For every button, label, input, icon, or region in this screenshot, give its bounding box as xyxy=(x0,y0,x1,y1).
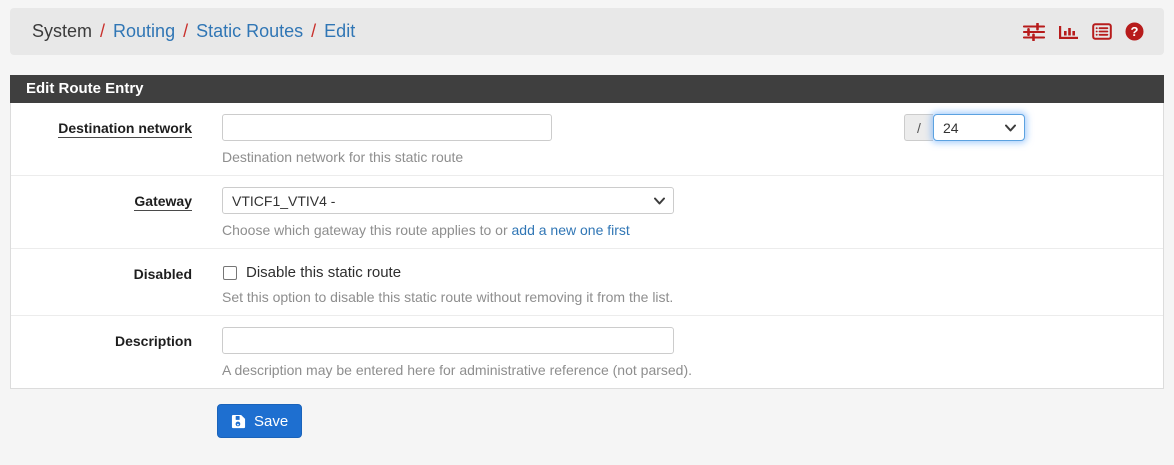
disable-route-checkbox[interactable] xyxy=(223,266,237,280)
svg-text:?: ? xyxy=(1131,24,1139,39)
breadcrumb-link-static-routes[interactable]: Static Routes xyxy=(196,21,303,42)
gateway-help: Choose which gateway this route applies … xyxy=(222,222,1163,238)
disabled-help: Set this option to disable this static r… xyxy=(222,289,1163,305)
disabled-row: Disabled Disable this static route Set t… xyxy=(11,249,1163,316)
description-row: Description A description may be entered… xyxy=(11,316,1163,388)
save-button-label: Save xyxy=(254,413,288,430)
add-gateway-link[interactable]: add a new one first xyxy=(512,222,630,238)
form-actions: Save xyxy=(10,404,1164,438)
gateway-row: Gateway VTICF1_VTIV4 - Choose which gate… xyxy=(11,176,1163,249)
chart-bar-icon[interactable] xyxy=(1058,23,1079,41)
disabled-label: Disabled xyxy=(11,260,192,305)
description-label: Description xyxy=(11,327,192,378)
subnet-mask-select[interactable]: 24 xyxy=(933,114,1025,141)
description-help: A description may be entered here for ad… xyxy=(222,362,1163,378)
breadcrumb-separator: / xyxy=(100,21,105,42)
description-input[interactable] xyxy=(222,327,674,354)
edit-route-entry-panel: Edit Route Entry Destination network / 2… xyxy=(10,75,1164,389)
destination-network-label: Destination network xyxy=(11,114,192,165)
save-button[interactable]: Save xyxy=(217,404,302,438)
disable-route-checkbox-label[interactable]: Disable this static route xyxy=(246,264,401,281)
destination-network-input[interactable] xyxy=(222,114,552,141)
gateway-select[interactable]: VTICF1_VTIV4 - xyxy=(222,187,674,214)
subnet-mask-group: / 24 xyxy=(904,114,1025,141)
gateway-label: Gateway xyxy=(11,187,192,238)
destination-network-help: Destination network for this static rout… xyxy=(222,149,1163,165)
breadcrumb-section: System xyxy=(32,21,92,42)
breadcrumb-link-edit[interactable]: Edit xyxy=(324,21,355,42)
breadcrumb-link-routing[interactable]: Routing xyxy=(113,21,175,42)
list-icon[interactable] xyxy=(1092,23,1112,40)
save-floppy-icon xyxy=(231,414,246,429)
sliders-icon[interactable] xyxy=(1023,23,1045,41)
destination-network-row: Destination network / 24 Desti xyxy=(11,103,1163,176)
header-icon-group: ? xyxy=(1023,22,1144,41)
breadcrumb-separator: / xyxy=(183,21,188,42)
breadcrumb-trail: System / Routing / Static Routes / Edit xyxy=(32,21,355,42)
mask-separator-addon: / xyxy=(904,114,933,141)
panel-title: Edit Route Entry xyxy=(10,75,1164,103)
help-icon[interactable]: ? xyxy=(1125,22,1144,41)
breadcrumb: System / Routing / Static Routes / Edit xyxy=(10,8,1164,55)
breadcrumb-separator: / xyxy=(311,21,316,42)
